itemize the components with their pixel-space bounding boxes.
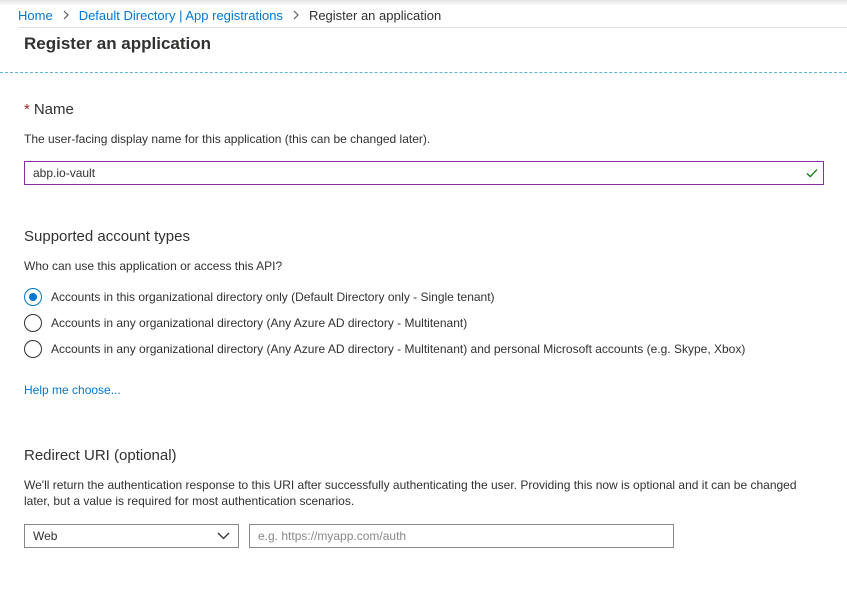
breadcrumb-home-link[interactable]: Home — [18, 8, 53, 23]
account-type-option-label: Accounts in any organizational directory… — [51, 342, 746, 356]
required-marker: * — [24, 101, 30, 118]
name-field-container — [24, 161, 824, 185]
breadcrumb-current: Register an application — [308, 7, 442, 23]
radio-checked-icon[interactable] — [24, 288, 42, 306]
account-type-option-multitenant-personal[interactable]: Accounts in any organizational directory… — [24, 340, 745, 358]
name-description: The user-facing display name for this ap… — [24, 132, 431, 146]
redirect-uri-title: Redirect URI (optional) — [24, 447, 177, 464]
breadcrumb: Home Default Directory | App registratio… — [18, 6, 441, 24]
platform-dropdown[interactable]: Web — [24, 524, 239, 548]
name-section-title: * Name — [24, 101, 74, 118]
account-types-title: Supported account types — [24, 228, 190, 245]
breadcrumb-divider — [18, 27, 847, 28]
help-me-choose-link[interactable]: Help me choose... — [24, 383, 121, 397]
page-title: Register an application — [24, 34, 212, 53]
chevron-right-icon — [292, 10, 300, 20]
redirect-uri-field-container — [249, 524, 674, 548]
redirect-uri-input[interactable] — [250, 525, 673, 547]
radio-unchecked-icon[interactable] — [24, 314, 42, 332]
checkmark-icon — [806, 169, 818, 178]
name-input[interactable] — [25, 162, 823, 184]
redirect-uri-description: We'll return the authentication response… — [24, 478, 797, 508]
account-type-option-single-tenant[interactable]: Accounts in this organizational director… — [24, 288, 495, 306]
account-types-question: Who can use this application or access t… — [24, 259, 283, 273]
name-label: Name — [33, 101, 74, 118]
account-type-option-label: Accounts in this organizational director… — [51, 290, 495, 304]
chevron-down-icon — [217, 532, 230, 540]
breadcrumb-app-registrations-link[interactable]: Default Directory | App registrations — [79, 8, 283, 23]
title-divider — [0, 72, 847, 73]
account-type-option-label: Accounts in any organizational directory… — [51, 316, 468, 330]
chevron-right-icon — [62, 10, 70, 20]
radio-unchecked-icon[interactable] — [24, 340, 42, 358]
platform-selected-value: Web — [33, 529, 58, 543]
account-type-option-multitenant[interactable]: Accounts in any organizational directory… — [24, 314, 467, 332]
